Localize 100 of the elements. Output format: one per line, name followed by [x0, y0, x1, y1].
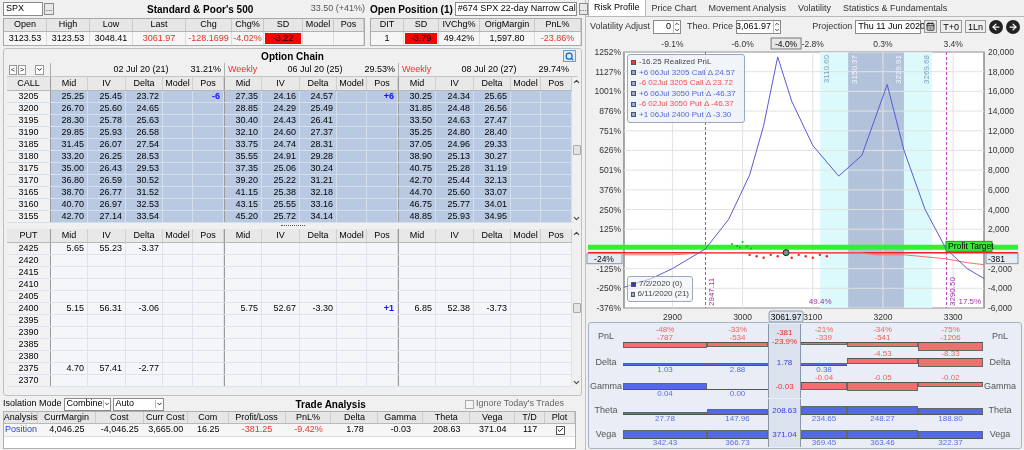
column-header[interactable]: Gamma [378, 412, 424, 423]
expiry-date[interactable]: 08 Jul 20 (27) [461, 62, 517, 77]
column-header[interactable]: Chg [186, 19, 232, 31]
symbol-field[interactable]: SPX [3, 2, 43, 16]
column-header[interactable]: Low [90, 19, 133, 31]
increment-icon[interactable] [774, 20, 781, 27]
column-header[interactable]: Delta [126, 77, 163, 90]
column-header[interactable]: Pos [193, 229, 224, 242]
browse-button[interactable]: ... [578, 3, 588, 15]
column-header[interactable]: Delta [474, 77, 511, 90]
tab[interactable]: Movement Analysis [702, 0, 793, 16]
decrement-icon[interactable] [774, 26, 781, 33]
scroll-down-icon[interactable] [572, 214, 581, 223]
column-header[interactable]: Pos [367, 77, 398, 90]
column-header[interactable]: Delta [474, 229, 511, 242]
scroll-thumb[interactable] [572, 145, 581, 155]
back-button[interactable] [989, 19, 1003, 34]
column-header[interactable]: Model [163, 77, 193, 90]
tab[interactable]: Price Chart [645, 0, 703, 16]
projection-button[interactable]: T+0 [940, 20, 962, 33]
checkbox-label: Ignore Today's Trades [475, 397, 564, 411]
column-header[interactable]: Open [4, 19, 47, 31]
tab[interactable]: Volatility [792, 0, 838, 16]
scroll-thumb[interactable] [572, 303, 581, 313]
mode-select[interactable]: Auto [112, 397, 164, 411]
column-header[interactable]: Mid [51, 229, 88, 242]
checkbox[interactable] [464, 399, 474, 409]
dropdown-button[interactable] [35, 64, 44, 75]
column-header[interactable]: Model [511, 77, 541, 90]
column-header[interactable]: Profit/Loss [228, 412, 286, 423]
decrement-icon[interactable] [674, 26, 681, 33]
column-header[interactable]: IV [262, 229, 300, 242]
column-header[interactable]: Delta [126, 229, 163, 242]
column-header[interactable]: PnL% [535, 19, 581, 31]
column-header[interactable]: Theta [423, 412, 471, 423]
browse-button[interactable]: ... [44, 3, 54, 15]
column-header[interactable]: High [47, 19, 90, 31]
column-header[interactable]: Model [163, 229, 193, 242]
column-header[interactable]: Model [337, 77, 367, 90]
column-header[interactable]: IV [262, 77, 300, 90]
column-header[interactable]: Cost [95, 412, 144, 423]
column-header[interactable]: Mid [399, 229, 436, 242]
splitter-handle[interactable] [280, 225, 305, 227]
column-header[interactable]: DIT [371, 19, 404, 31]
scroll-down-icon[interactable] [572, 378, 581, 387]
column-header[interactable]: OrigMargin [480, 19, 535, 31]
column-header[interactable]: Vega [470, 412, 516, 423]
axis-label: 125% [599, 224, 621, 235]
quote-value: -3.22 [265, 33, 301, 44]
column-header[interactable]: PUT [7, 229, 50, 242]
column-header[interactable]: IV [88, 77, 126, 90]
column-header[interactable]: CALL [7, 77, 50, 90]
column-header[interactable]: Pos [334, 19, 364, 31]
column-header[interactable]: SD [404, 19, 439, 31]
column-header[interactable]: Delta [331, 412, 379, 423]
scroll-up-icon[interactable] [572, 77, 581, 86]
column-header[interactable]: Delta [300, 77, 337, 90]
column-header[interactable]: CurrMargin [38, 412, 96, 423]
expiry-date[interactable]: 06 Jul 20 (25) [287, 62, 343, 77]
column-header[interactable]: PnL% [285, 412, 332, 423]
plot-checkbox[interactable] [555, 425, 565, 435]
column-header[interactable]: IV [436, 77, 474, 90]
column-header[interactable]: Com [187, 412, 229, 423]
column-header[interactable]: Mid [225, 229, 262, 242]
scroll-up-icon[interactable] [572, 229, 581, 238]
theo-price-spinner[interactable]: 3,061.97 [736, 19, 782, 34]
expiry-date[interactable]: 02 Jul 20 (21) [113, 62, 169, 77]
column-header[interactable]: IV [88, 229, 126, 242]
column-header[interactable]: Model [511, 229, 541, 242]
column-header[interactable]: Mid [51, 77, 88, 90]
position-link[interactable]: Position [4, 423, 37, 437]
search-button[interactable] [563, 50, 576, 62]
column-header[interactable]: T/D [515, 412, 546, 423]
column-header[interactable]: Curr Cost [143, 412, 188, 423]
column-header[interactable]: Analysis [4, 412, 38, 423]
column-header[interactable]: Model [303, 19, 334, 31]
column-header[interactable]: Plot [545, 412, 575, 423]
calendar-button[interactable] [924, 20, 938, 33]
tab[interactable]: Statistics & Fundamentals [837, 0, 954, 16]
column-header[interactable]: IV [436, 229, 474, 242]
column-header[interactable]: Delta [300, 229, 337, 242]
column-header[interactable]: SD [264, 19, 303, 31]
increment-icon[interactable] [674, 20, 681, 27]
scrollbar[interactable] [572, 77, 581, 223]
forward-button[interactable] [1006, 19, 1020, 34]
column-header[interactable]: Last [133, 19, 186, 31]
column-header[interactable]: Mid [399, 77, 436, 90]
column-header[interactable]: Pos [367, 229, 398, 242]
position-select[interactable]: #674 SPX 22-day Narrow Cal [454, 2, 577, 16]
volatility-value: 26.97 [99, 197, 122, 211]
column-header[interactable]: Chg% [232, 19, 264, 31]
volatility-spinner[interactable]: 0 [653, 19, 682, 34]
tab[interactable]: Risk Profile [588, 0, 646, 16]
greek-value: 2.88 [729, 366, 746, 375]
column-header[interactable]: Mid [225, 77, 262, 90]
mode-select[interactable]: Combine [63, 397, 111, 411]
column-header[interactable]: Pos [193, 77, 224, 90]
projection-button[interactable]: 1Ln [964, 20, 986, 33]
column-header[interactable]: Model [337, 229, 367, 242]
column-header[interactable]: IVChg% [439, 19, 480, 31]
